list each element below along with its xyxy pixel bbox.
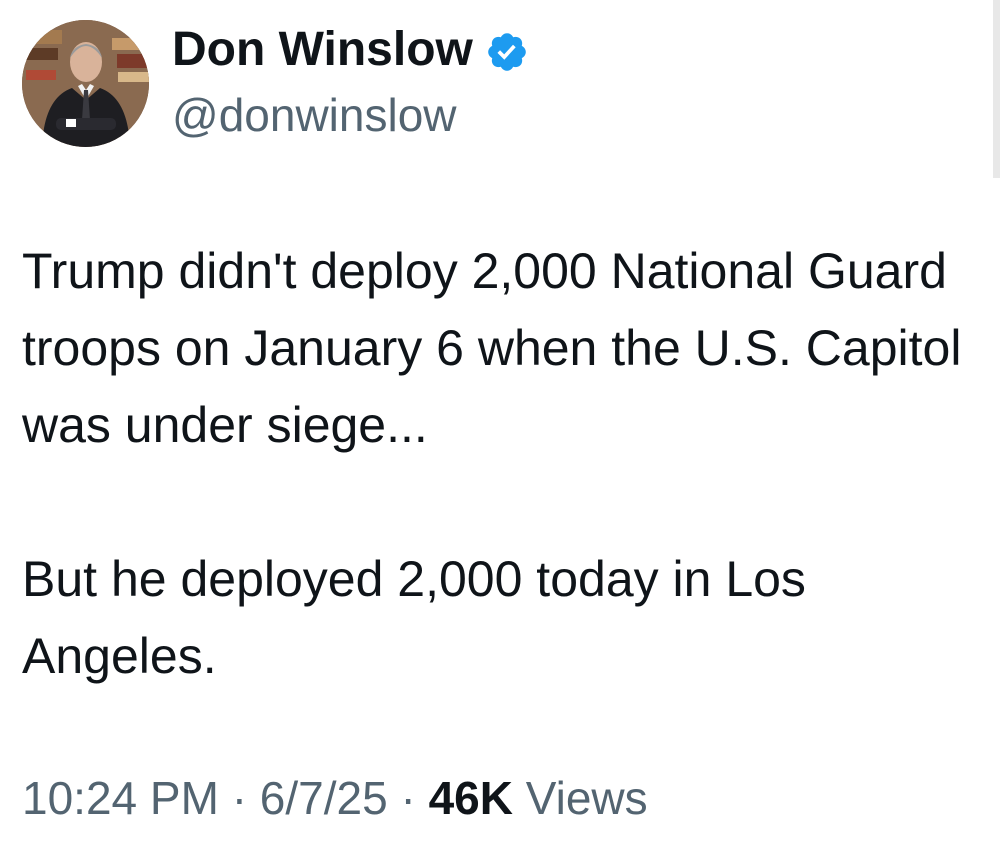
meta-separator: · bbox=[400, 772, 416, 824]
views-label: Views bbox=[525, 772, 648, 824]
tweet-paragraph: Trump didn't deploy 2,000 National Guard… bbox=[22, 243, 962, 453]
views-count[interactable]: 46K bbox=[429, 772, 513, 824]
tweet-meta: 10:24 PM · 6/7/25 · 46K Views bbox=[22, 770, 648, 826]
avatar-image bbox=[22, 20, 149, 147]
meta-separator: · bbox=[231, 772, 248, 824]
tweet-date[interactable]: 6/7/25 bbox=[260, 772, 388, 824]
verified-badge-icon[interactable] bbox=[485, 30, 529, 74]
scrollbar[interactable] bbox=[993, 0, 1000, 178]
name-row: Don Winslow bbox=[172, 22, 529, 78]
tweet-paragraph: But he deployed 2,000 today in Los Angel… bbox=[22, 551, 806, 684]
handle[interactable]: @donwinslow bbox=[172, 88, 457, 142]
avatar[interactable] bbox=[22, 20, 149, 147]
tweet-text: Trump didn't deploy 2,000 National Guard… bbox=[22, 233, 962, 695]
tweet: Don Winslow @donwinslow Trump didn't dep… bbox=[0, 0, 1000, 858]
tweet-time[interactable]: 10:24 PM bbox=[22, 772, 219, 824]
display-name[interactable]: Don Winslow bbox=[172, 22, 473, 78]
tweet-header: Don Winslow @donwinslow bbox=[22, 20, 922, 148]
